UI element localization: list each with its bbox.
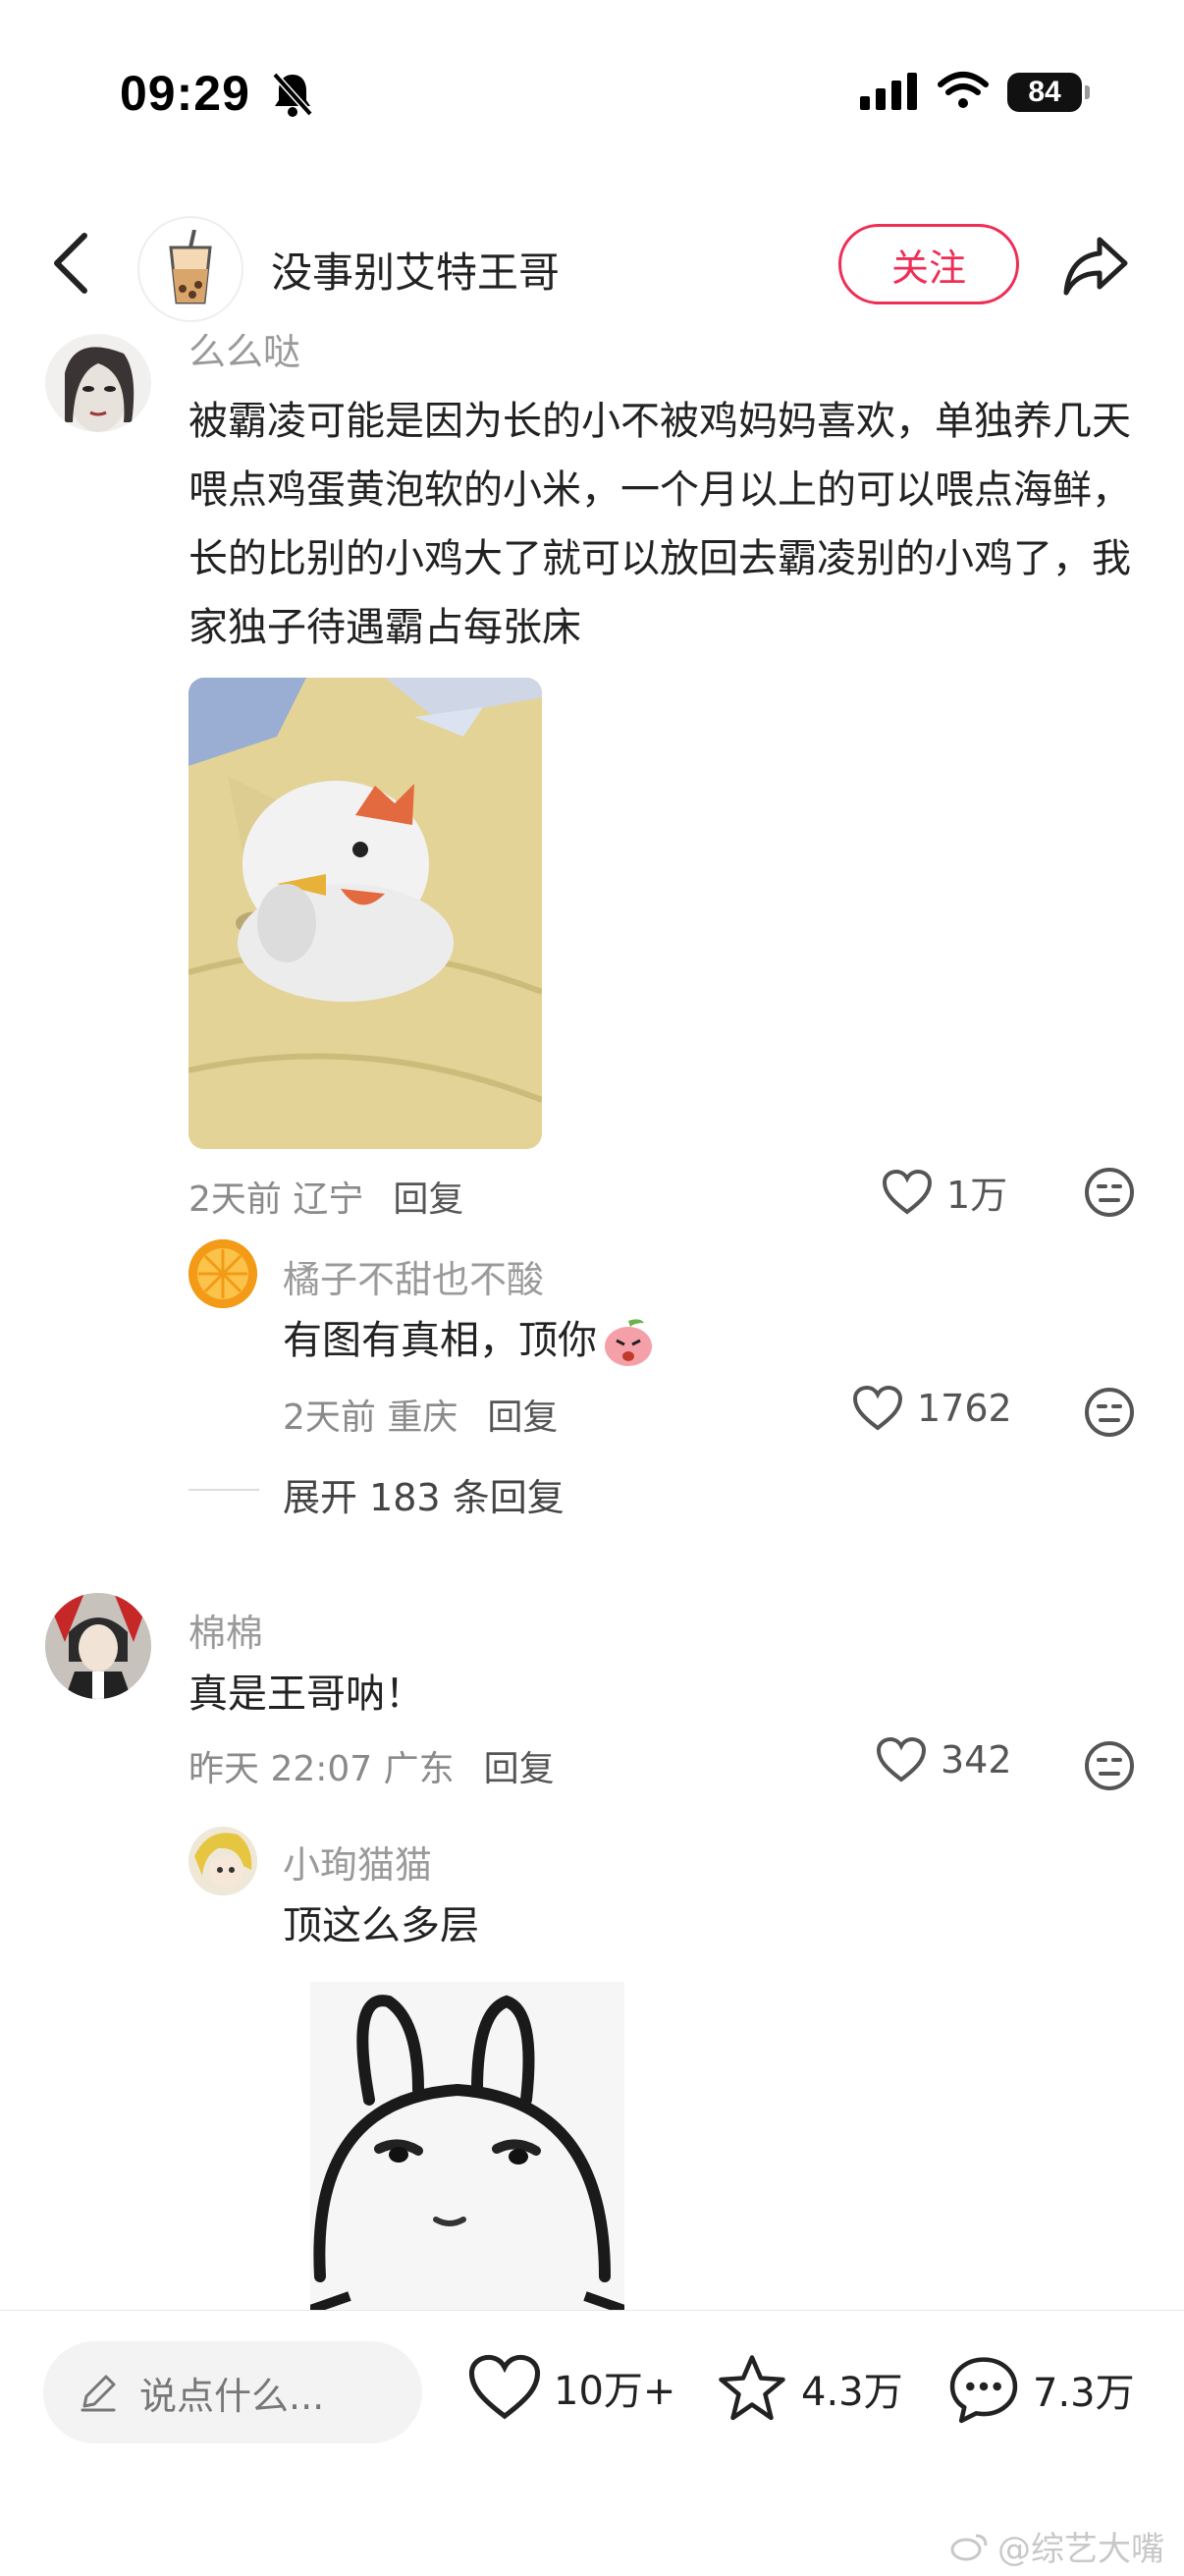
reply-avatar[interactable] bbox=[188, 1827, 257, 1895]
commenter-avatar[interactable] bbox=[45, 1593, 151, 1699]
comment-input-placeholder: 说点什么... bbox=[139, 2374, 325, 2418]
reply-avatar[interactable] bbox=[188, 1239, 257, 1308]
reply-time-location: 2天前 重庆 bbox=[283, 1398, 458, 1438]
share-button[interactable] bbox=[1060, 230, 1131, 301]
reply-username[interactable]: 橘子不甜也不酸 bbox=[283, 1249, 544, 1303]
pencil-icon bbox=[81, 2375, 116, 2412]
post-comment-button[interactable]: 7.3万 bbox=[946, 2353, 1135, 2426]
author-avatar[interactable] bbox=[137, 216, 243, 322]
like-count: 342 bbox=[941, 1738, 1012, 1781]
meh-face-icon bbox=[1085, 1168, 1134, 1217]
reply-button[interactable]: 回复 bbox=[484, 1749, 555, 1789]
wifi-icon bbox=[937, 71, 990, 114]
comment-time-location: 2天前 辽宁 bbox=[188, 1179, 364, 1220]
reply-text: 有图有真相，顶你 bbox=[283, 1306, 656, 1375]
back-button[interactable] bbox=[47, 228, 96, 299]
watermark-text: @综艺大嘴 bbox=[997, 2530, 1164, 2569]
like-count: 1万 bbox=[946, 1174, 1008, 1217]
heart-icon bbox=[882, 1169, 933, 1215]
reply-like-count: 1762 bbox=[917, 1387, 1012, 1430]
reply-meta: 2天前 重庆 回复 bbox=[283, 1389, 558, 1440]
post-favorite-count: 4.3万 bbox=[801, 2370, 903, 2415]
comment-input[interactable]: 说点什么... bbox=[43, 2341, 422, 2443]
status-icons: 84 bbox=[860, 71, 1090, 114]
comment-meta: 昨天 22:07 广东 回复 bbox=[188, 1740, 555, 1791]
reply-reply-button[interactable]: 回复 bbox=[487, 1398, 558, 1438]
heart-icon bbox=[876, 1736, 927, 1782]
watermark: @综艺大嘴 bbox=[950, 2522, 1164, 2570]
reply-username[interactable]: 小珣猫猫 bbox=[283, 1835, 432, 1889]
battery-indicator: 84 bbox=[1007, 73, 1090, 112]
follow-button[interactable]: 关注 bbox=[838, 224, 1019, 304]
meh-face-icon bbox=[1085, 1741, 1134, 1790]
dislike-button[interactable] bbox=[1084, 1167, 1135, 1218]
post-favorite-button[interactable]: 4.3万 bbox=[715, 2353, 903, 2424]
like-button[interactable]: 1万 bbox=[882, 1165, 1007, 1219]
angry-peach-emoji-icon bbox=[601, 1313, 656, 1368]
heart-icon bbox=[468, 2354, 541, 2420]
meh-face-icon bbox=[1085, 1388, 1134, 1437]
reply-text: 顶这么多层 bbox=[283, 1903, 479, 1948]
orange-icon bbox=[188, 1239, 257, 1308]
bubble-tea-icon bbox=[169, 230, 212, 304]
expand-divider bbox=[188, 1489, 259, 1491]
chevron-left-icon bbox=[54, 233, 87, 294]
signal-icon bbox=[860, 71, 919, 114]
post-like-button[interactable]: 10万+ bbox=[467, 2353, 675, 2422]
comment-photo[interactable] bbox=[188, 678, 542, 1149]
post-comment-count: 7.3万 bbox=[1033, 2371, 1135, 2416]
star-icon bbox=[719, 2355, 785, 2421]
author-name[interactable]: 没事别艾特王哥 bbox=[271, 240, 560, 300]
comment-text: 被霸凌可能是因为长的小不被鸡妈妈喜欢，单独养几天喂点鸡蛋黄泡软的小米，一个月以上… bbox=[188, 399, 1131, 650]
comment-bubble-icon bbox=[949, 2357, 1018, 2424]
reply-button[interactable]: 回复 bbox=[393, 1179, 463, 1220]
comment-time-location: 昨天 22:07 广东 bbox=[188, 1749, 455, 1789]
comment-text: 真是王哥呐！ bbox=[188, 1672, 424, 1717]
rabbit-sticker-image[interactable] bbox=[310, 1982, 624, 2310]
commenter-name[interactable]: 么么哒 bbox=[188, 334, 300, 369]
post-like-count: 10万+ bbox=[554, 2369, 676, 2414]
weibo-logo-icon bbox=[950, 2534, 988, 2560]
commenter-avatar[interactable] bbox=[45, 334, 151, 432]
reply-like-button[interactable]: 1762 bbox=[852, 1385, 1012, 1432]
like-button[interactable]: 342 bbox=[876, 1736, 1012, 1783]
bell-muted-icon bbox=[271, 71, 314, 118]
status-time: 09:29 bbox=[120, 66, 250, 121]
heart-icon bbox=[852, 1385, 903, 1431]
dislike-button[interactable] bbox=[1084, 1740, 1135, 1791]
expand-replies-button[interactable]: 展开 183 条回复 bbox=[283, 1467, 565, 1521]
comment-meta: 2天前 辽宁 回复 bbox=[188, 1171, 463, 1222]
share-icon bbox=[1063, 237, 1128, 296]
reply-dislike-button[interactable] bbox=[1084, 1387, 1135, 1438]
reply-text-content: 有图有真相，顶你 bbox=[283, 1318, 597, 1363]
commenter-name[interactable]: 棉棉 bbox=[188, 1603, 263, 1657]
